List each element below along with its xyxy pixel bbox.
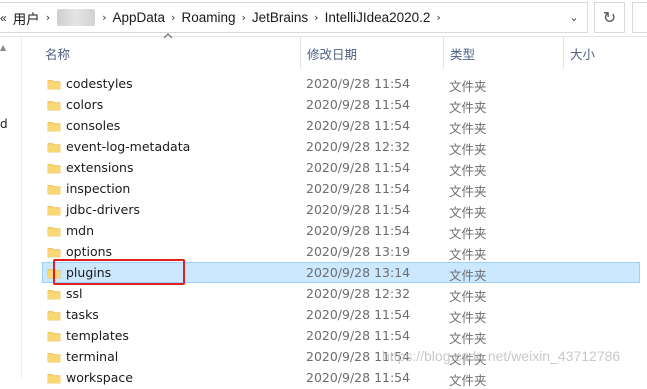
column-header-type[interactable]: 类型 xyxy=(443,37,563,69)
file-type: 文件夹 xyxy=(449,373,487,388)
breadcrumb-separator-icon[interactable]: › xyxy=(433,11,443,24)
folder-icon xyxy=(47,101,61,111)
breadcrumb-jetbrains[interactable]: JetBrains xyxy=(249,10,311,25)
folder-icon xyxy=(47,227,61,237)
breadcrumb-separator-icon[interactable]: › xyxy=(99,11,109,24)
folder-icon xyxy=(47,332,61,342)
file-modified-date: 2020/9/28 11:54 xyxy=(306,181,411,196)
file-name: event-log-metadata xyxy=(66,139,191,154)
nav-pane-clipped-text: d xyxy=(0,117,8,131)
breadcrumb-appdata[interactable]: AppData xyxy=(110,10,169,25)
file-name: jdbc-drivers xyxy=(66,202,141,217)
address-box[interactable]: « 用户 › › AppData › Roaming › JetBrains ›… xyxy=(0,2,588,33)
watermark: https://blog.csdn.net/weixin_43712786 xyxy=(382,348,621,364)
file-type: 文件夹 xyxy=(449,163,487,178)
folder-icon xyxy=(47,353,61,363)
column-header-size[interactable]: 大小 xyxy=(563,37,647,69)
file-type: 文件夹 xyxy=(449,142,487,157)
folder-icon xyxy=(47,374,61,384)
breadcrumb-separator-icon[interactable]: › xyxy=(168,11,178,24)
scroll-up-icon[interactable]: ▲ xyxy=(0,43,6,52)
file-type: 文件夹 xyxy=(449,247,487,262)
breadcrumb-separator-icon[interactable]: › xyxy=(311,11,321,24)
file-modified-date: 2020/9/28 11:54 xyxy=(306,307,411,322)
column-header: 名称 修改日期 类型 大小 xyxy=(22,37,647,69)
file-row[interactable]: consoles 2020/9/28 11:54 文件夹 xyxy=(42,115,640,136)
file-modified-date: 2020/9/28 11:54 xyxy=(306,202,411,217)
file-type: 文件夹 xyxy=(449,121,487,136)
file-modified-date: 2020/9/28 12:32 xyxy=(306,139,411,154)
file-name: terminal xyxy=(66,349,119,364)
search-input[interactable] xyxy=(632,2,647,33)
file-type: 文件夹 xyxy=(449,205,487,220)
annotation-highlight-box xyxy=(53,259,185,285)
file-type: 文件夹 xyxy=(449,100,487,115)
breadcrumb-user[interactable]: 用户 xyxy=(10,8,43,28)
column-header-modified[interactable]: 修改日期 xyxy=(300,37,443,69)
breadcrumb-separator-icon[interactable]: › xyxy=(238,11,248,24)
file-type: 文件夹 xyxy=(449,226,487,241)
file-row[interactable]: ssl 2020/9/28 12:32 文件夹 xyxy=(42,283,640,304)
file-row[interactable]: inspection 2020/9/28 11:54 文件夹 xyxy=(42,178,640,199)
file-modified-date: 2020/9/28 11:54 xyxy=(306,118,411,133)
refresh-button[interactable]: ↻ xyxy=(594,2,625,33)
redacted-username xyxy=(57,9,96,26)
file-name: tasks xyxy=(66,307,99,322)
file-name: inspection xyxy=(66,181,131,196)
folder-icon xyxy=(47,290,61,300)
file-row[interactable]: templates 2020/9/28 11:54 文件夹 xyxy=(42,325,640,346)
file-type: 文件夹 xyxy=(449,79,487,94)
file-type: 文件夹 xyxy=(449,310,487,325)
breadcrumb-roaming[interactable]: Roaming xyxy=(178,10,238,25)
chevron-down-icon[interactable]: ⌄ xyxy=(562,3,586,32)
file-name: colors xyxy=(66,97,104,112)
file-type: 文件夹 xyxy=(449,184,487,199)
file-name: extensions xyxy=(66,160,134,175)
address-bar: « 用户 › › AppData › Roaming › JetBrains ›… xyxy=(0,0,647,37)
folder-icon xyxy=(47,80,61,90)
folder-icon xyxy=(47,185,61,195)
file-row[interactable]: codestyles 2020/9/28 11:54 文件夹 xyxy=(42,73,640,94)
file-name: options xyxy=(66,244,113,259)
folder-icon xyxy=(47,164,61,174)
file-modified-date: 2020/9/28 11:54 xyxy=(306,160,411,175)
folder-icon xyxy=(47,122,61,132)
file-name: codestyles xyxy=(66,76,133,91)
file-modified-date: 2020/9/28 11:54 xyxy=(306,328,411,343)
file-row[interactable]: jdbc-drivers 2020/9/28 11:54 文件夹 xyxy=(42,199,640,220)
file-row[interactable]: mdn 2020/9/28 11:54 文件夹 xyxy=(42,220,640,241)
file-name: mdn xyxy=(66,223,95,238)
file-modified-date: 2020/9/28 13:14 xyxy=(306,265,411,280)
folder-icon xyxy=(47,143,61,153)
file-modified-date: 2020/9/28 11:54 xyxy=(306,223,411,238)
file-row[interactable]: colors 2020/9/28 11:54 文件夹 xyxy=(42,94,640,115)
file-modified-date: 2020/9/28 13:19 xyxy=(306,244,411,259)
file-modified-date: 2020/9/28 12:32 xyxy=(306,286,411,301)
file-row[interactable]: event-log-metadata 2020/9/28 12:32 文件夹 xyxy=(42,136,640,157)
file-row[interactable]: tasks 2020/9/28 11:54 文件夹 xyxy=(42,304,640,325)
pane-divider[interactable] xyxy=(21,37,22,378)
column-header-name[interactable]: 名称 xyxy=(39,37,300,69)
file-type: 文件夹 xyxy=(449,331,487,346)
overflow-chevron-icon[interactable]: « xyxy=(0,11,10,25)
file-name: ssl xyxy=(66,286,83,301)
file-type: 文件夹 xyxy=(449,289,487,304)
folder-icon xyxy=(47,206,61,216)
file-row[interactable]: extensions 2020/9/28 11:54 文件夹 xyxy=(42,157,640,178)
navigation-pane[interactable]: ▲ d xyxy=(0,37,9,378)
folder-icon xyxy=(47,311,61,321)
breadcrumb: « 用户 › › AppData › Roaming › JetBrains ›… xyxy=(0,3,444,32)
refresh-icon: ↻ xyxy=(602,8,617,27)
file-name: consoles xyxy=(66,118,121,133)
file-type: 文件夹 xyxy=(449,268,487,283)
file-modified-date: 2020/9/28 11:54 xyxy=(306,76,411,91)
sort-ascending-icon xyxy=(163,33,173,39)
breadcrumb-separator-icon[interactable]: › xyxy=(43,11,53,24)
file-name: templates xyxy=(66,328,129,343)
breadcrumb-intellij[interactable]: IntelliJIdea2020.2 xyxy=(322,10,434,25)
folder-icon xyxy=(47,248,61,258)
file-modified-date: 2020/9/28 11:54 xyxy=(306,97,411,112)
